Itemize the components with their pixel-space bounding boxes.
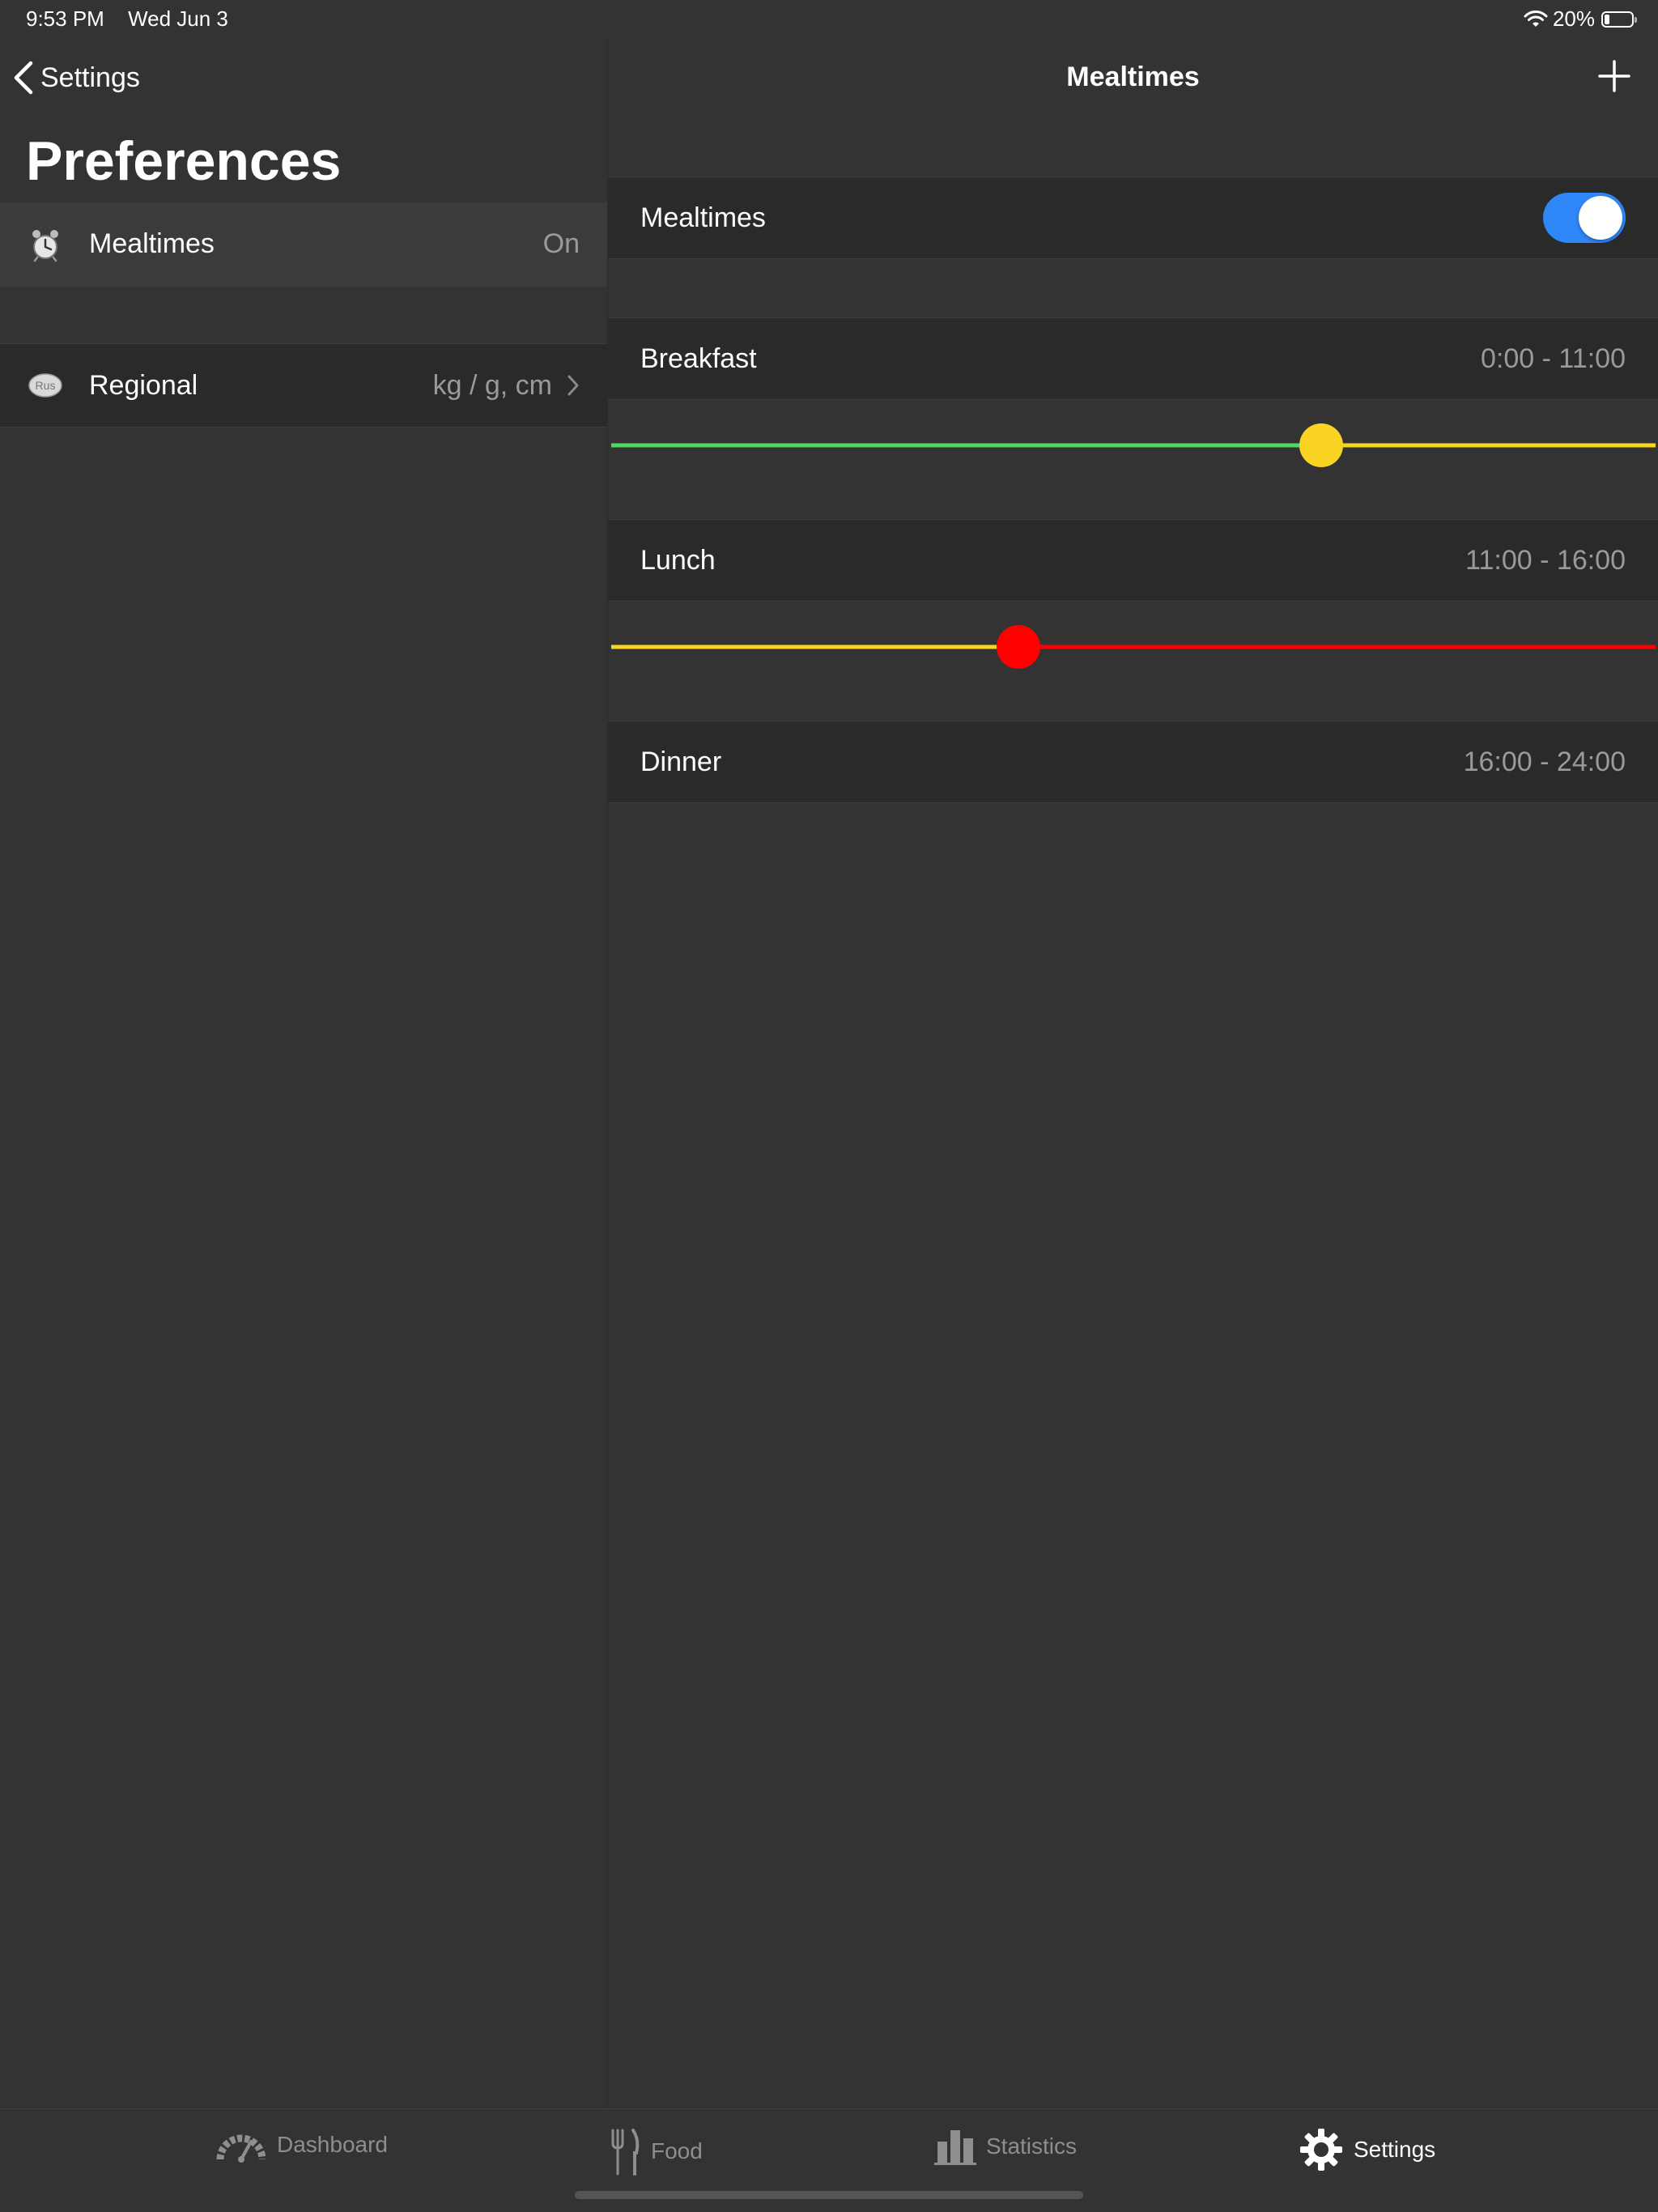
status-date: Wed Jun 3	[128, 6, 228, 31]
tab-statistics[interactable]: Statistics	[934, 2127, 1077, 2166]
sidebar-item-label: Mealtimes	[89, 228, 215, 259]
home-indicator	[575, 2191, 1083, 2199]
lunch-slider[interactable]	[611, 623, 1656, 671]
master-column: Settings Preferences Mealtimes On Rus Re…	[0, 39, 607, 2108]
meal-range: 16:00 - 24:00	[1463, 746, 1626, 777]
status-time: 9:53 PM	[26, 6, 104, 31]
back-button-label: Settings	[40, 62, 140, 93]
sidebar-item-value: kg / g, cm	[432, 369, 552, 401]
status-bar: 9:53 PM Wed Jun 3 20%	[0, 0, 1658, 39]
mealtimes-toggle-label: Mealtimes	[640, 202, 766, 233]
meal-row-breakfast[interactable]: Breakfast 0:00 - 11:00	[608, 317, 1658, 400]
meal-range: 0:00 - 11:00	[1481, 342, 1626, 374]
bar-chart-icon	[934, 2130, 976, 2165]
sidebar-item-value: On	[542, 228, 580, 259]
slider-knob[interactable]	[997, 625, 1040, 669]
meal-name: Lunch	[640, 544, 716, 576]
tab-label: Settings	[1354, 2137, 1436, 2162]
tab-label: Food	[651, 2138, 703, 2163]
tab-food[interactable]: Food	[609, 2127, 703, 2176]
tab-settings[interactable]: Settings	[1299, 2127, 1435, 2172]
mealtimes-toggle-row: Mealtimes	[608, 177, 1658, 259]
back-button[interactable]: Settings	[13, 60, 140, 96]
meal-row-dinner[interactable]: Dinner 16:00 - 24:00	[608, 721, 1658, 803]
wifi-icon	[1524, 10, 1548, 27]
battery-percent: 20%	[1552, 6, 1595, 31]
detail-title: Mealtimes	[1066, 62, 1200, 92]
battery-icon	[1601, 11, 1637, 28]
rus-badge-text: Rus	[36, 379, 56, 392]
sidebar-item-mealtimes[interactable]: Mealtimes On	[0, 202, 607, 287]
meal-name: Breakfast	[640, 342, 757, 374]
rus-badge-icon: Rus	[28, 368, 63, 403]
sidebar-item-regional[interactable]: Rus Regional kg / g, cm	[0, 343, 607, 428]
detail-column: Mealtimes Mealtimes Breakfast 0:00 - 11:…	[608, 39, 1658, 2108]
slider-knob[interactable]	[1299, 423, 1343, 467]
page-title: Preferences	[26, 130, 342, 192]
breakfast-slider[interactable]	[611, 421, 1656, 470]
tab-dashboard[interactable]: Dashboard	[215, 2127, 388, 2163]
speedometer-icon	[216, 2134, 266, 2163]
meal-range: 11:00 - 16:00	[1465, 544, 1626, 576]
meal-row-lunch[interactable]: Lunch 11:00 - 16:00	[608, 519, 1658, 602]
fork-knife-icon	[611, 2129, 640, 2176]
tab-label: Statistics	[986, 2133, 1078, 2159]
add-mealtime-button[interactable]	[1595, 57, 1634, 96]
gear-icon	[1300, 2129, 1342, 2171]
chevron-left-icon	[14, 61, 33, 95]
toggle-knob	[1579, 196, 1622, 240]
tab-label: Dashboard	[277, 2132, 388, 2157]
chevron-right-icon	[568, 375, 579, 396]
alarm-clock-icon	[28, 227, 63, 262]
sidebar-item-label: Regional	[89, 369, 198, 401]
meal-name: Dinner	[640, 746, 722, 777]
mealtimes-toggle[interactable]	[1543, 193, 1626, 243]
